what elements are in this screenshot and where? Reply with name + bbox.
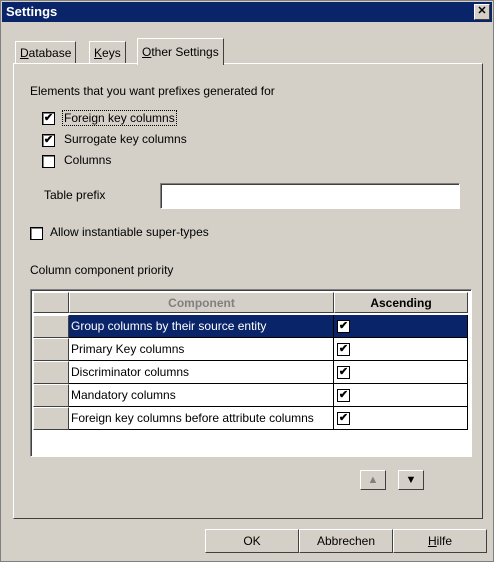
cancel-button[interactable]: Abbrechen (299, 529, 393, 553)
ascending-cell[interactable]: ✔ (334, 338, 468, 361)
table-row[interactable]: Primary Key columns ✔ (33, 338, 469, 361)
columns-prefix-checkbox[interactable] (42, 155, 55, 168)
row-header[interactable] (33, 315, 69, 338)
title-bar[interactable]: Settings ✕ (2, 2, 492, 22)
ascending-cell[interactable]: ✔ (334, 384, 468, 407)
ascending-checkbox[interactable]: ✔ (337, 412, 350, 425)
close-button[interactable]: ✕ (474, 4, 490, 20)
surrogate-key-prefix-checkbox[interactable]: ✔ (42, 134, 55, 147)
ascending-checkbox[interactable]: ✔ (337, 366, 350, 379)
ascending-checkbox[interactable]: ✔ (337, 320, 350, 333)
component-cell[interactable]: Foreign key columns before attribute col… (69, 407, 334, 430)
table-row[interactable]: Mandatory columns ✔ (33, 384, 469, 407)
dialog-title: Settings (6, 4, 58, 19)
other-settings-panel: Elements that you want prefixes generate… (13, 63, 483, 519)
component-cell[interactable]: Mandatory columns (69, 384, 334, 407)
surrogate-key-prefix-label[interactable]: Surrogate key columns (64, 132, 187, 146)
tab-keys[interactable]: Keys (89, 41, 126, 64)
row-header[interactable] (33, 361, 69, 384)
triangle-down-icon: ▼ (405, 474, 417, 486)
priority-heading: Column component priority (30, 263, 174, 277)
priority-grid[interactable]: Component Ascending Group columns by the… (30, 289, 472, 457)
ascending-checkbox[interactable]: ✔ (337, 389, 350, 402)
ascending-checkbox[interactable]: ✔ (337, 343, 350, 356)
table-prefix-input[interactable] (160, 183, 460, 209)
tab-database[interactable]: Database (15, 41, 77, 64)
table-prefix-label: Table prefix (44, 188, 106, 202)
component-cell[interactable]: Primary Key columns (69, 338, 334, 361)
foreign-key-prefix-label[interactable]: Foreign key columns (62, 110, 177, 126)
triangle-up-icon: ▲ (367, 474, 379, 486)
table-row[interactable]: Foreign key columns before attribute col… (33, 407, 469, 430)
move-down-button[interactable]: ▼ (398, 470, 424, 490)
ascending-cell[interactable]: ✔ (334, 361, 468, 384)
component-cell[interactable]: Group columns by their source entity (69, 315, 334, 338)
ascending-cell[interactable]: ✔ (334, 407, 468, 430)
row-header[interactable] (33, 384, 69, 407)
close-icon: ✕ (477, 5, 487, 17)
prefixes-heading: Elements that you want prefixes generate… (30, 84, 275, 98)
columns-prefix-label[interactable]: Columns (64, 153, 111, 167)
component-column-header[interactable]: Component (69, 292, 334, 313)
row-header[interactable] (33, 407, 69, 430)
component-cell[interactable]: Discriminator columns (69, 361, 334, 384)
allow-instantiable-checkbox[interactable] (30, 227, 43, 240)
row-header[interactable] (33, 338, 69, 361)
table-row[interactable]: Group columns by their source entity ✔ (33, 315, 469, 338)
ascending-column-header[interactable]: Ascending (334, 292, 468, 313)
allow-instantiable-label[interactable]: Allow instantiable super-types (50, 225, 209, 239)
help-button[interactable]: Hilfe (393, 529, 487, 553)
ok-button[interactable]: OK (205, 529, 299, 553)
grid-corner-header (33, 292, 69, 313)
tab-other-settings[interactable]: Other Settings (137, 38, 224, 65)
table-row[interactable]: Discriminator columns ✔ (33, 361, 469, 384)
ascending-cell[interactable]: ✔ (334, 315, 468, 338)
move-up-button[interactable]: ▲ (360, 470, 386, 490)
foreign-key-prefix-checkbox[interactable]: ✔ (42, 112, 55, 125)
settings-dialog: Settings ✕ Database Keys Other Settings … (0, 0, 494, 562)
